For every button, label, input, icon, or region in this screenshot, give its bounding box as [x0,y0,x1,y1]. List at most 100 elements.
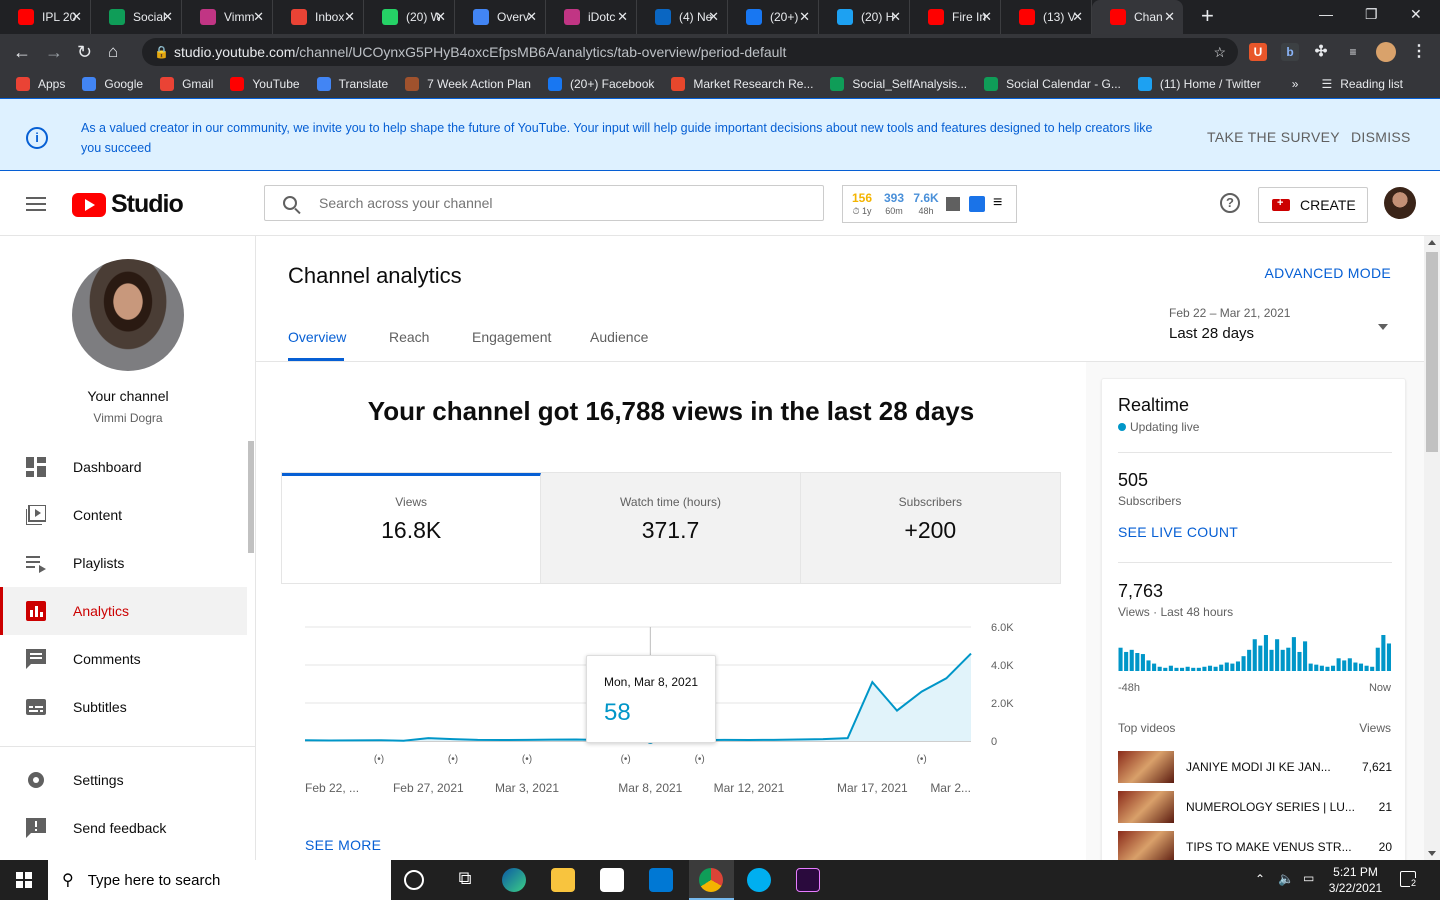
video-title[interactable]: JANIYE MODI JI KE JAN... [1186,760,1356,774]
page-scrollbar[interactable] [1424,236,1440,860]
menu-icon[interactable] [26,197,46,215]
channel-search[interactable] [264,185,824,221]
file-explorer-icon[interactable] [551,868,575,892]
close-tab-icon[interactable]: ✕ [1164,9,1175,25]
realtime-bar[interactable] [1280,649,1285,671]
close-tab-icon[interactable]: ✕ [162,9,173,25]
tab-engagement[interactable]: Engagement [472,329,551,345]
realtime-bar[interactable] [1140,654,1145,671]
browser-tab[interactable]: (4) Ne ✕ [637,0,728,34]
browser-tab[interactable]: Chan ✕ [1092,0,1183,34]
your-channel-label[interactable]: Your channel [0,388,255,404]
reading-list-button[interactable]: ☰ Reading list [1321,77,1402,91]
task-view-icon[interactable]: ⧉ [453,868,477,892]
realtime-bar[interactable] [1342,660,1347,671]
subscribers-card[interactable]: Subscribers +200 [800,473,1060,583]
close-tab-icon[interactable]: ✕ [890,9,901,25]
tab-overview[interactable]: Overview [288,329,346,345]
realtime-bar-chart[interactable] [1118,633,1392,671]
bookmark-item[interactable]: Translate [316,77,388,91]
realtime-bar[interactable] [1325,666,1330,671]
realtime-bar[interactable] [1386,643,1391,671]
browser-tab[interactable]: Overv ✕ [455,0,546,34]
list-icon[interactable]: ≡ [993,194,1002,222]
tab-audience[interactable]: Audience [590,329,648,345]
reload-icon[interactable]: ↻ [77,42,92,63]
watch-time-card[interactable]: Watch time (hours) 371.7 [541,473,801,583]
realtime-bar[interactable] [1135,653,1140,671]
extensions-puzzle-icon[interactable]: ✣ [1312,43,1330,61]
realtime-bar[interactable] [1303,641,1308,671]
media-control-icon[interactable]: ≡ [1344,43,1362,61]
scroll-down-icon[interactable] [1428,851,1436,856]
browser-tab[interactable]: (20+) ✕ [728,0,819,34]
take-survey-button[interactable]: TAKE THE SURVEY [1207,129,1340,145]
period-selector[interactable]: Feb 22 – Mar 21, 2021 Last 28 days [1169,306,1388,342]
volume-icon[interactable]: 🔈 [1278,871,1294,887]
realtime-bar[interactable] [1196,667,1201,671]
realtime-bar[interactable] [1358,663,1364,671]
back-icon[interactable]: ← [13,42,31,63]
browser-tab[interactable]: (13) V ✕ [1001,0,1092,34]
premiere-pro-icon[interactable] [796,868,820,892]
channel-avatar[interactable] [72,259,184,371]
bookmark-item[interactable]: Market Research Re... [671,77,813,91]
close-window-icon[interactable]: ✕ [1410,6,1422,23]
stats-extension-widget[interactable]: 156 ⏱ 1y 393 60m 7.6K 48h ≡ [842,185,1017,223]
bookmark-item[interactable]: (11) Home / Twitter [1137,77,1261,91]
browser-tab[interactable]: Inbox ✕ [273,0,364,34]
network-icon[interactable]: ▭ [1303,871,1314,885]
browser-tab[interactable]: Vimm ✕ [182,0,273,34]
skype-icon[interactable] [747,868,771,892]
realtime-bar[interactable] [1330,665,1336,671]
publish-marker-icon[interactable]: (•) [917,754,927,765]
extension-b-icon[interactable]: b [1281,43,1299,61]
realtime-bar[interactable] [1191,667,1196,671]
realtime-bar[interactable] [1146,660,1151,671]
realtime-bar[interactable] [1185,666,1190,671]
realtime-bar[interactable] [1163,667,1168,671]
realtime-bar[interactable] [1180,667,1185,671]
realtime-bar[interactable] [1347,658,1352,671]
account-avatar[interactable] [1384,187,1416,219]
sidebar-item-send-feedback[interactable]: Send feedback [0,804,247,852]
realtime-bar[interactable] [1207,665,1213,671]
realtime-bar[interactable] [1235,661,1241,671]
forward-icon[interactable]: → [45,42,63,63]
publish-marker-icon[interactable]: (•) [522,754,532,765]
bookmark-star-icon[interactable]: ☆ [1213,38,1226,66]
video-thumbnail[interactable] [1118,791,1174,823]
store-icon[interactable] [600,868,624,892]
realtime-bar[interactable] [1224,662,1229,671]
studio-logo[interactable]: Studio [72,190,184,219]
mail-icon[interactable] [649,868,673,892]
sidebar-item-subtitles[interactable]: Subtitles [0,683,247,731]
realtime-bar[interactable] [1230,663,1235,671]
realtime-bar[interactable] [1381,635,1386,671]
sidebar-item-dashboard[interactable]: Dashboard [0,443,247,491]
bookmark-item[interactable]: (20+) Facebook [547,77,654,91]
top-video-row[interactable]: TIPS TO MAKE VENUS STR... 20 [1118,830,1392,860]
taskbar-clock[interactable]: 5:21 PM 3/22/2021 [1318,864,1393,896]
close-tab-icon[interactable]: ✕ [435,9,446,25]
sidebar-scrollbar[interactable] [248,441,254,553]
realtime-bar[interactable] [1370,666,1375,671]
chrome-taskbar-button[interactable] [689,860,734,900]
views-card[interactable]: Views 16.8K [282,473,542,583]
bookmark-item[interactable]: 7 Week Action Plan [405,77,531,91]
realtime-bar[interactable] [1336,658,1341,671]
video-thumbnail[interactable] [1118,751,1174,783]
sidebar-item-playlists[interactable]: Playlists [0,539,247,587]
realtime-bar[interactable] [1258,645,1263,671]
publish-marker-icon[interactable]: (•) [695,754,705,765]
realtime-bar[interactable] [1157,666,1162,671]
minimize-icon[interactable]: — [1319,6,1333,22]
close-tab-icon[interactable]: ✕ [1072,9,1083,25]
publish-marker-icon[interactable]: (•) [621,754,631,765]
browser-menu-icon[interactable]: ⋮ [1410,43,1428,61]
bookmark-item[interactable]: YouTube [230,77,300,91]
close-tab-icon[interactable]: ✕ [253,9,264,25]
see-live-count-button[interactable]: SEE LIVE COUNT [1118,524,1238,540]
play-icon[interactable] [969,196,985,212]
realtime-bar[interactable] [1118,647,1123,671]
